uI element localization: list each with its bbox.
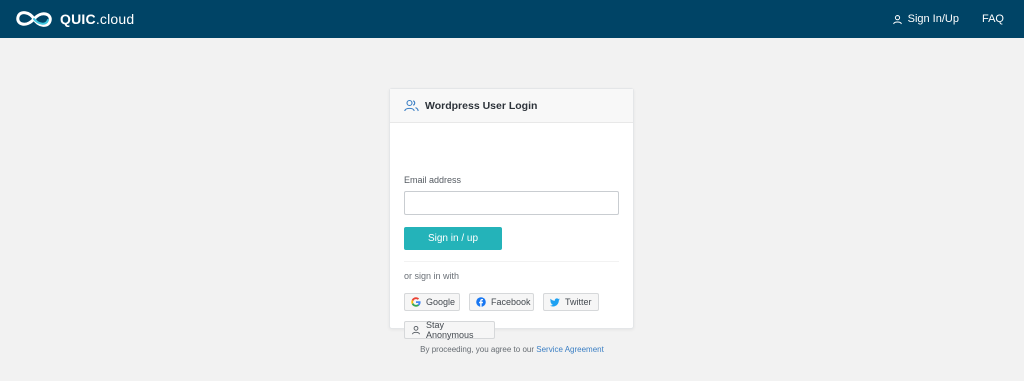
sign-in-up-button[interactable]: Sign in / up: [404, 227, 502, 250]
service-agreement-notice: By proceeding, you agree to our Service …: [0, 345, 1024, 354]
brand-logo[interactable]: QUIC.cloud: [14, 7, 134, 31]
divider: [404, 261, 619, 262]
email-label: Email address: [404, 175, 462, 185]
google-sign-in-label: Google: [426, 297, 456, 307]
footer-text: By proceeding, you agree to our: [420, 345, 535, 354]
twitter-sign-in-button[interactable]: Twitter: [543, 293, 599, 311]
top-nav: Sign In/Up FAQ: [892, 0, 1004, 38]
login-card-title: Wordpress User Login: [425, 99, 538, 112]
facebook-sign-in-button[interactable]: Facebook: [469, 293, 534, 311]
user-icon: [411, 325, 421, 335]
top-navbar: QUIC.cloud Sign In/Up FAQ: [0, 0, 1024, 38]
stay-anonymous-label: Stay Anonymous: [426, 320, 474, 340]
stay-anonymous-button[interactable]: Stay Anonymous: [404, 320, 495, 340]
user-icon: [892, 13, 904, 25]
brand-name: QUIC.cloud: [60, 11, 135, 27]
nav-sign-in-up-label: Sign In/Up: [907, 13, 959, 25]
facebook-sign-in-label: Facebook: [491, 297, 531, 307]
login-card: Wordpress User Login Email address Sign …: [389, 88, 634, 340]
quic-cloud-infinity-logo-icon: [14, 7, 54, 31]
google-icon: [411, 297, 421, 307]
nav-faq[interactable]: FAQ: [982, 13, 1004, 25]
service-agreement-link[interactable]: Service Agreement: [536, 345, 604, 354]
twitter-icon: [550, 297, 560, 307]
or-sign-in-with-label: or sign in with: [404, 271, 460, 281]
email-field[interactable]: [404, 191, 619, 215]
nav-faq-label: FAQ: [981, 13, 1004, 25]
google-sign-in-button[interactable]: Google: [404, 293, 460, 311]
twitter-sign-in-label: Twitter: [565, 297, 592, 307]
login-card-header: Wordpress User Login: [390, 89, 633, 123]
nav-sign-in-up[interactable]: Sign In/Up: [892, 13, 959, 25]
facebook-icon: [476, 297, 486, 307]
users-icon: [404, 99, 419, 113]
